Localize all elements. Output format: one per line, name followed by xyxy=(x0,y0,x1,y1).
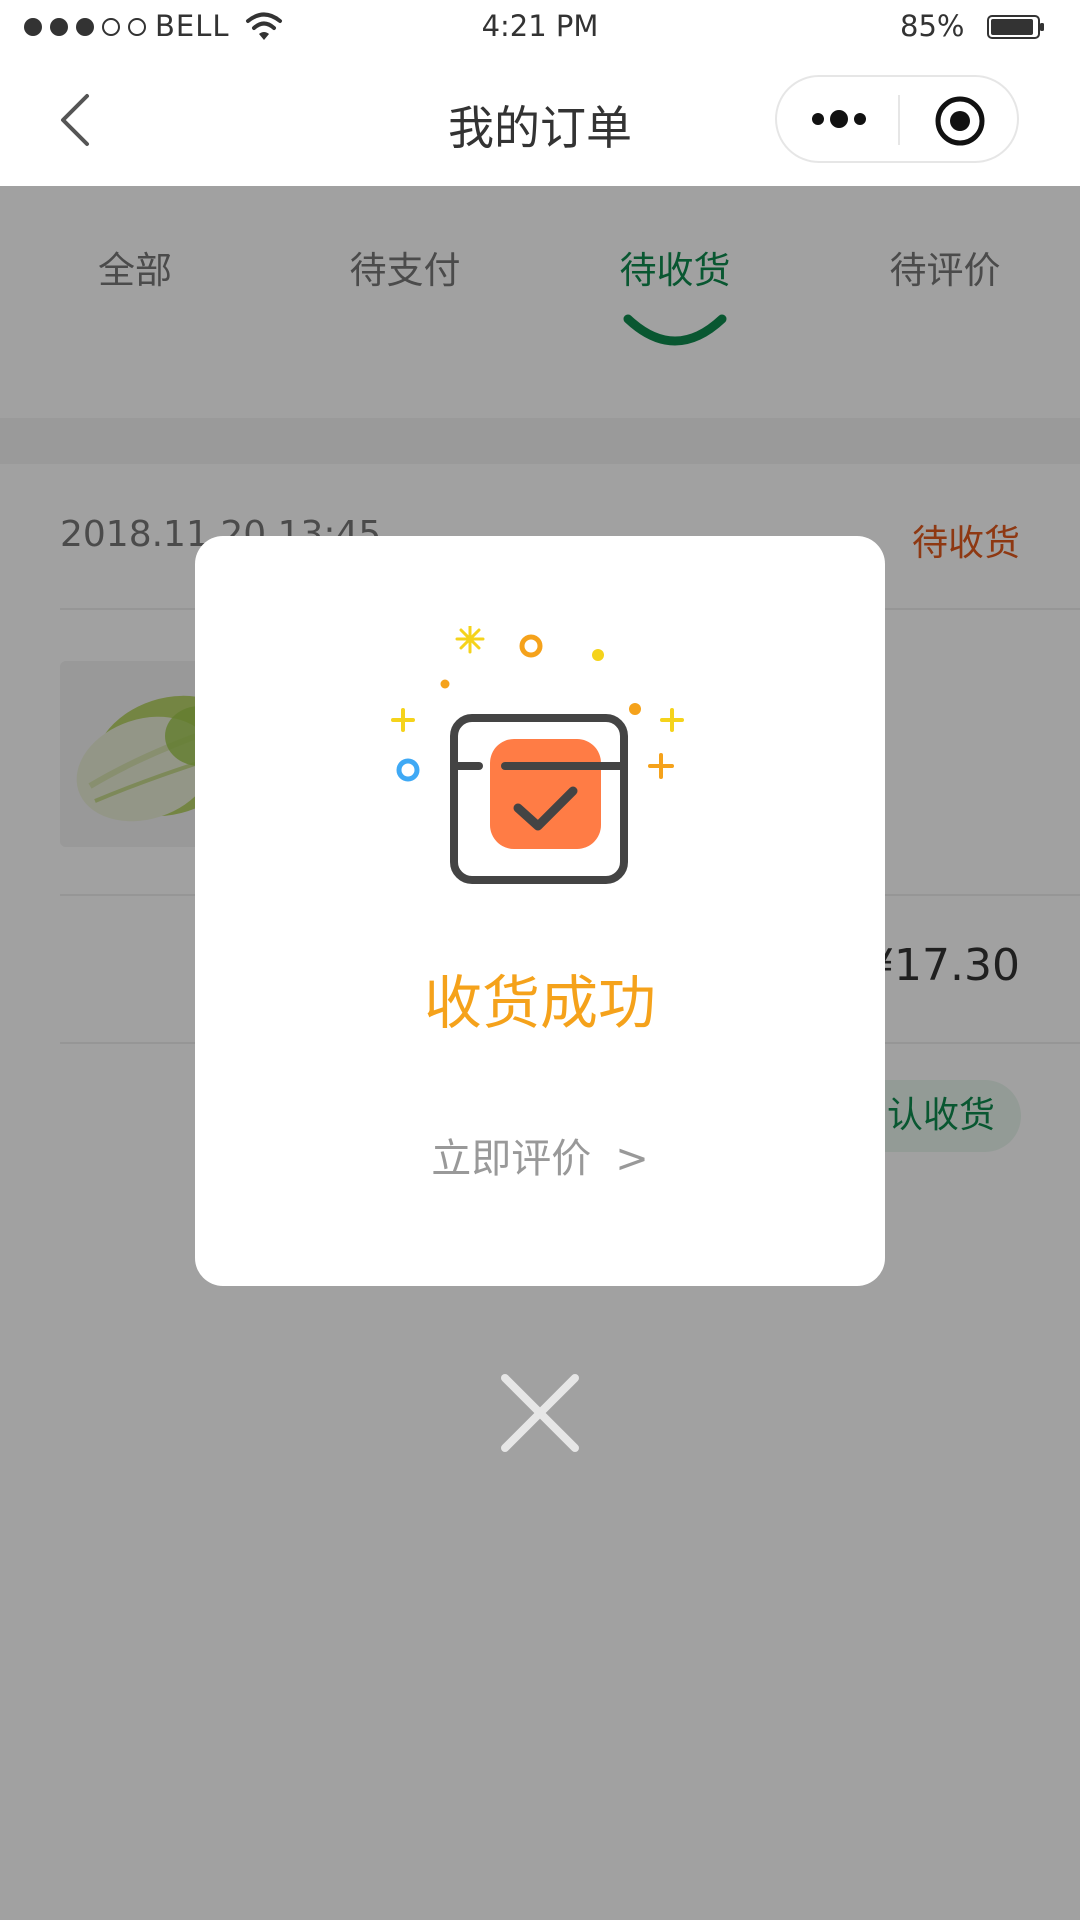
status-bar: BELL 4:21 PM 85% xyxy=(0,0,1080,54)
receipt-success-dialog: 收货成功 立即评价 > xyxy=(195,536,885,1286)
capsule-divider xyxy=(898,95,900,145)
review-now-link[interactable]: 立即评价 > xyxy=(195,1126,885,1184)
review-now-label: 立即评价 xyxy=(431,1136,592,1182)
box-check-icon xyxy=(391,626,684,884)
target-icon[interactable] xyxy=(934,95,986,147)
more-dots-icon[interactable] xyxy=(809,104,869,134)
nav-bar: 我的订单 xyxy=(0,54,1080,186)
battery-percent: 85% xyxy=(900,9,965,43)
dialog-title: 收货成功 xyxy=(423,969,656,1037)
mini-program-capsule xyxy=(775,75,1019,163)
close-icon[interactable] xyxy=(495,1368,585,1458)
battery-icon xyxy=(987,15,1044,39)
chevron-right-icon: > xyxy=(615,1136,649,1182)
